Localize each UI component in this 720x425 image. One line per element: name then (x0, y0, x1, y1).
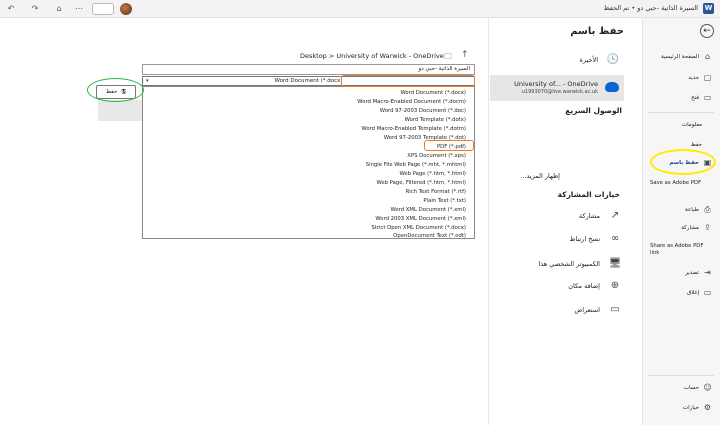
close-doc-icon: ▭ (703, 288, 712, 297)
title-bar: ↶ ↷ ⌂ ⋯ السيرة الذاتية -حبي دو • تم الحف… (0, 0, 720, 18)
nav-item-open[interactable]: ▭ فتح (691, 93, 712, 102)
file-type-option[interactable]: Word 2003 XML Document (*.xml) (375, 216, 466, 222)
nav-item-label: خيارات (682, 404, 699, 411)
onedrive-cloud-icon (605, 82, 619, 92)
browse-location[interactable]: ▭ استعراض (574, 303, 622, 317)
document-title: السيرة الذاتية -حبي دو • تم الحفظ (603, 4, 698, 12)
recent-location[interactable]: 🕓 الأخيرة (580, 53, 620, 67)
nav-item-label: تصدير (685, 269, 699, 276)
this-pc-label: الكمبيوتر الشخصي هذا (538, 260, 600, 268)
file-type-option[interactable]: Strict Open XML Document (*.docx) (371, 225, 466, 231)
nav-item-label: الصفحة الرئيسية (661, 53, 699, 60)
file-type-option[interactable]: Word Template (*.dotx) (405, 117, 466, 123)
nav-item-new[interactable]: ▢ جديد (688, 73, 712, 82)
nav-item-info[interactable]: معلومات (682, 122, 702, 128)
up-arrow-icon[interactable]: ↑ (461, 50, 469, 60)
more-icon[interactable]: ⋯ (72, 2, 86, 16)
file-type-option[interactable]: Word Document (*.docx) (400, 90, 466, 96)
file-type-option[interactable]: Plain Text (*.txt) (423, 198, 466, 204)
account-icon: ☺ (703, 383, 712, 392)
word-logo-icon: W (703, 3, 714, 14)
onedrive-name: University of... - OneDrive (514, 80, 598, 88)
nav-item-label: حساب (683, 384, 699, 391)
clock-icon: 🕓 (606, 54, 620, 65)
file-type-option[interactable]: Rich Text Format (*.rtf) (406, 189, 466, 195)
nav-item-label: جديد (688, 74, 699, 81)
this-pc-location[interactable]: 🖥 الكمبيوتر الشخصي هذا (539, 257, 622, 271)
nav-item-options[interactable]: ⚙ خيارات (683, 403, 712, 412)
recent-label: الأخيرة (579, 56, 598, 64)
nav-item-print[interactable]: ⎙ طباعة (685, 205, 712, 215)
nav-item-close[interactable]: ▭ إغلاق (687, 288, 712, 297)
avatar[interactable] (120, 3, 132, 15)
back-button[interactable]: ← (700, 24, 714, 38)
profile-pill[interactable] (92, 3, 114, 15)
nav-item-save[interactable]: حفظ (691, 142, 702, 148)
orange-highlight-pdf (424, 140, 474, 151)
breadcrumb[interactable]: Desktop > University of Warwick - OneDri… (300, 52, 444, 60)
orange-highlight-docx (341, 75, 475, 87)
file-type-option[interactable]: Word XML Document (*.xml) (391, 207, 467, 213)
nav-item-home[interactable]: ⌂ الصفحة الرئيسية (661, 52, 712, 61)
copy-link-label: نسخ ارتباط (569, 235, 600, 243)
share-location[interactable]: ↗ مشاركة (579, 209, 622, 223)
autosave-icon[interactable]: ↶ (4, 2, 18, 16)
page-title: حفظ باسم (570, 26, 624, 37)
copy-link-location[interactable]: ∞ نسخ ارتباط (569, 232, 622, 246)
nav-divider (648, 375, 714, 376)
add-place-location[interactable]: ⊕ إضافة مكان (568, 279, 622, 293)
file-type-option[interactable]: OpenDocument Text (*.odt) (393, 233, 466, 239)
nav-item-label: مشاركة (681, 224, 699, 231)
nav-item-label: طباعة (685, 207, 699, 213)
share-icon: ↗ (610, 210, 620, 221)
folder-icon[interactable]: 🗀 (444, 51, 452, 65)
file-type-option[interactable]: Word 97-2003 Document (*.doc) (380, 108, 466, 114)
print-icon: ⎙ (704, 205, 711, 214)
redo-icon[interactable]: ⌂ (52, 2, 66, 16)
add-place-label: إضافة مكان (568, 282, 600, 290)
onedrive-location[interactable]: University of... - OneDrive u1993070@liv… (490, 75, 624, 101)
selected-type-label: Word Document (*.docx) (274, 78, 343, 84)
nav-divider (648, 112, 714, 113)
folder-icon: ▭ (610, 304, 620, 315)
file-type-option[interactable]: Word Macro-Enabled Document (*.docm) (357, 99, 466, 105)
yellow-highlight-circle (650, 149, 716, 175)
browse-label: استعراض (574, 306, 600, 314)
nav-item-share-adobe-link[interactable]: Share as Adobe PDF link (650, 243, 710, 257)
share-label: مشاركة (579, 212, 600, 220)
computer-icon: 🖥 (608, 258, 622, 269)
file-type-option[interactable]: Word Macro-Enabled Template (*.dotm) (361, 126, 466, 132)
chevron-down-icon: ▾ (146, 78, 149, 84)
nav-item-account[interactable]: ☺ حساب (684, 383, 712, 392)
nav-item-label: معلومات (681, 122, 702, 128)
quick-access-heading: الوصول السريع (565, 106, 622, 115)
share-icon: ⇪ (704, 223, 711, 232)
sharing-options-heading: خيارات المشاركة (557, 190, 620, 199)
globe-icon: ⊕ (610, 280, 620, 291)
home-icon: ⌂ (704, 52, 711, 61)
new-doc-icon: ▢ (703, 73, 712, 82)
nav-item-label: إغلاق (687, 289, 699, 296)
file-type-option[interactable]: Single File Web Page (*.mht, *.mhtml) (366, 162, 466, 168)
nav-item-label: فتح (691, 94, 699, 101)
options-icon: ⚙ (703, 403, 712, 412)
nav-item-share[interactable]: ⇪ مشاركة (681, 223, 712, 232)
file-type-option[interactable]: Web Page, Filtered (*.htm, *.html) (376, 180, 466, 186)
open-folder-icon: ▭ (703, 93, 712, 102)
green-highlight-circle (87, 78, 144, 102)
undo-icon[interactable]: ↷ (28, 2, 42, 16)
file-type-option[interactable]: Web Page (*.htm, *.html) (399, 171, 466, 177)
filename-field[interactable]: السيرة الذاتية -حبي دو (142, 64, 475, 75)
file-type-option[interactable]: XPS Document (*.xps) (407, 153, 466, 159)
nav-item-label: حفظ (690, 142, 702, 148)
nav-item-export[interactable]: ⇥ تصدير (685, 268, 712, 277)
link-icon: ∞ (610, 233, 620, 244)
onedrive-email: u1993070@live.warwick.ac.uk (521, 89, 598, 95)
file-type-dropdown: Word Document (*.docx) Word Macro-Enable… (142, 86, 475, 239)
options-panel (98, 100, 142, 121)
nav-item-save-adobe-pdf[interactable]: Save as Adobe PDF (650, 180, 710, 187)
show-more-link[interactable]: إظهار المزيد... (520, 172, 560, 180)
export-icon: ⇥ (704, 268, 711, 277)
